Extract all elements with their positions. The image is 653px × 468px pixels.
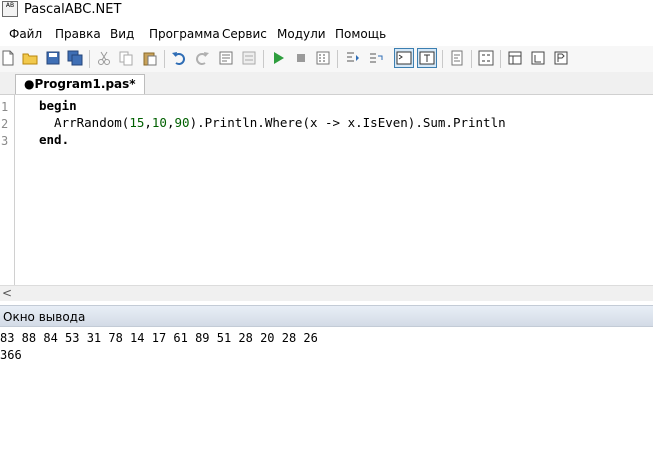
toolbar-separator [337, 50, 338, 68]
code-token: , [166, 115, 175, 130]
menu-file[interactable]: Файл [9, 27, 42, 41]
number-literal: 90 [174, 115, 190, 130]
copy-icon[interactable] [118, 50, 134, 66]
output-panel-title: Окно вывода [3, 310, 86, 324]
run-icon[interactable] [270, 50, 286, 66]
reference-icon[interactable] [553, 50, 569, 66]
toolbar [0, 46, 653, 73]
redo-icon[interactable] [194, 50, 210, 66]
toolbar-separator [471, 50, 472, 68]
app-icon: AB [2, 1, 18, 17]
toolbar-separator [263, 50, 264, 68]
output-line: 366 [0, 348, 22, 362]
number-literal: 10 [151, 115, 167, 130]
cut-icon[interactable] [96, 50, 112, 66]
toolbar-separator [500, 50, 501, 68]
form-designer-icon[interactable] [507, 50, 523, 66]
open-folder-icon[interactable] [22, 50, 38, 66]
paste-icon[interactable] [142, 50, 158, 66]
output-panel-header: Окно вывода [0, 305, 653, 327]
undo-icon[interactable] [171, 50, 187, 66]
menu-help[interactable]: Помощь [335, 27, 386, 41]
title-bar: AB PascalABC.NET [0, 0, 653, 20]
console-icon [396, 51, 412, 65]
format-code-icon[interactable] [449, 50, 465, 66]
menu-view[interactable]: Вид [110, 27, 134, 41]
code-token: ArrRandom( [39, 115, 130, 130]
line-number: 1 [1, 100, 9, 114]
code-editor[interactable]: 1 2 3 begin ArrRandom(15,10,90).Println.… [0, 95, 653, 285]
step-over-icon[interactable] [368, 50, 384, 66]
save-all-icon[interactable] [67, 50, 83, 66]
line-number-gutter: 1 2 3 [0, 95, 15, 285]
line-number: 3 [1, 134, 9, 148]
menu-program[interactable]: Программа [149, 27, 220, 41]
line-number: 2 [1, 117, 9, 131]
menu-edit[interactable]: Правка [55, 27, 101, 41]
editor-horizontal-scrollbar[interactable]: < [0, 285, 653, 301]
number-literal: 15 [129, 115, 145, 130]
scroll-left-icon[interactable]: < [2, 286, 12, 300]
toolbar-separator [442, 50, 443, 68]
code-line[interactable]: begin [39, 98, 77, 113]
tab-program1[interactable]: ●Program1.pas* [15, 74, 145, 94]
menu-bar: Файл Правка Вид Программа Сервис Модули … [0, 24, 653, 44]
menu-modules[interactable]: Модули [277, 27, 326, 41]
code-token: ).Println.Where(x -> x.IsEven).Sum.Print… [189, 115, 506, 130]
text-mode-icon [419, 51, 435, 65]
module-browser-icon[interactable] [530, 50, 546, 66]
code-line[interactable]: ArrRandom(15,10,90).Println.Where(x -> x… [39, 115, 506, 130]
save-icon[interactable] [45, 50, 61, 66]
compile-icon[interactable] [315, 50, 331, 66]
document-tabs: ●Program1.pas* [0, 72, 653, 95]
window-title: PascalABC.NET [24, 2, 122, 17]
output-line: 83 88 84 53 31 78 14 17 61 89 51 28 20 2… [0, 331, 318, 345]
toolbar-separator [89, 50, 90, 68]
toolbar-separator [164, 50, 165, 68]
stop-icon[interactable] [293, 50, 309, 66]
new-file-icon[interactable] [0, 50, 16, 66]
menu-service[interactable]: Сервис [222, 27, 267, 41]
code-template-icon[interactable] [478, 50, 494, 66]
replace-icon[interactable] [241, 50, 257, 66]
output-panel[interactable]: 83 88 84 53 31 78 14 17 61 89 51 28 20 2… [0, 328, 653, 468]
step-into-icon[interactable] [345, 50, 361, 66]
code-token: , [144, 115, 152, 130]
code-line[interactable]: end. [39, 132, 69, 147]
find-icon[interactable] [218, 50, 234, 66]
